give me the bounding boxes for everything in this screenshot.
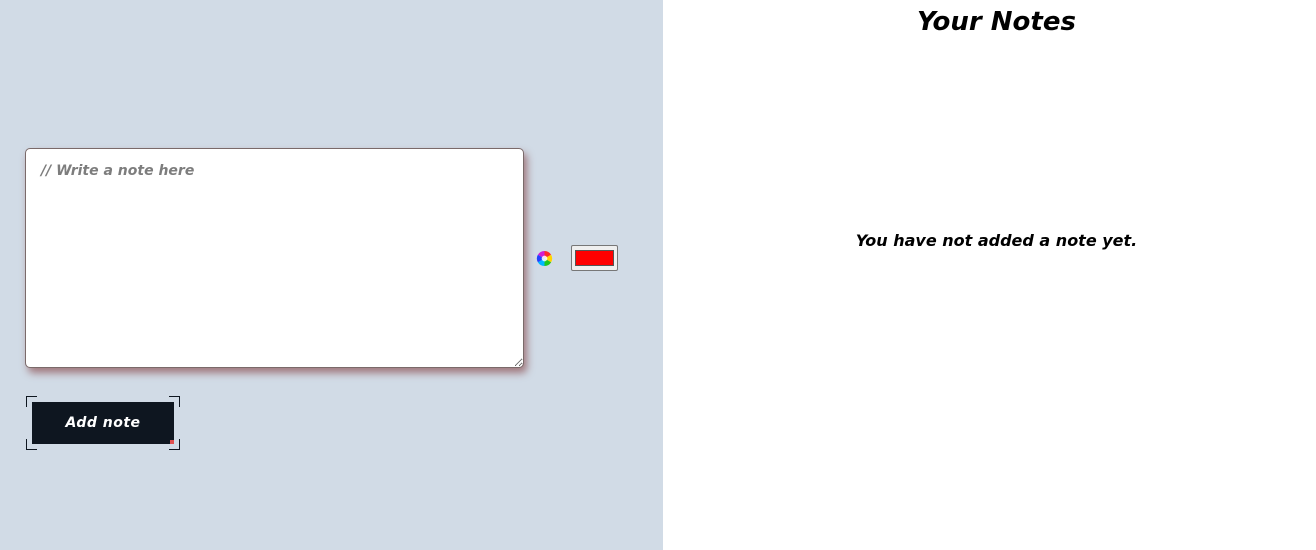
note-textarea[interactable] xyxy=(25,148,524,368)
add-note-button[interactable]: Add note xyxy=(32,402,174,444)
color-picker-input[interactable] xyxy=(571,245,618,271)
color-palette-icon xyxy=(536,250,553,267)
note-editor-panel: Add note xyxy=(0,0,663,550)
notes-title: Your Notes xyxy=(917,7,1076,37)
empty-notes-message: You have not added a note yet. xyxy=(855,231,1138,250)
color-swatch xyxy=(575,250,614,266)
notes-panel: Your Notes You have not added a note yet… xyxy=(663,0,1316,550)
button-corner-accent xyxy=(170,440,174,444)
add-note-button-frame: Add note xyxy=(26,396,180,450)
app-page: Add note Your Notes You have not added a… xyxy=(0,0,1316,550)
